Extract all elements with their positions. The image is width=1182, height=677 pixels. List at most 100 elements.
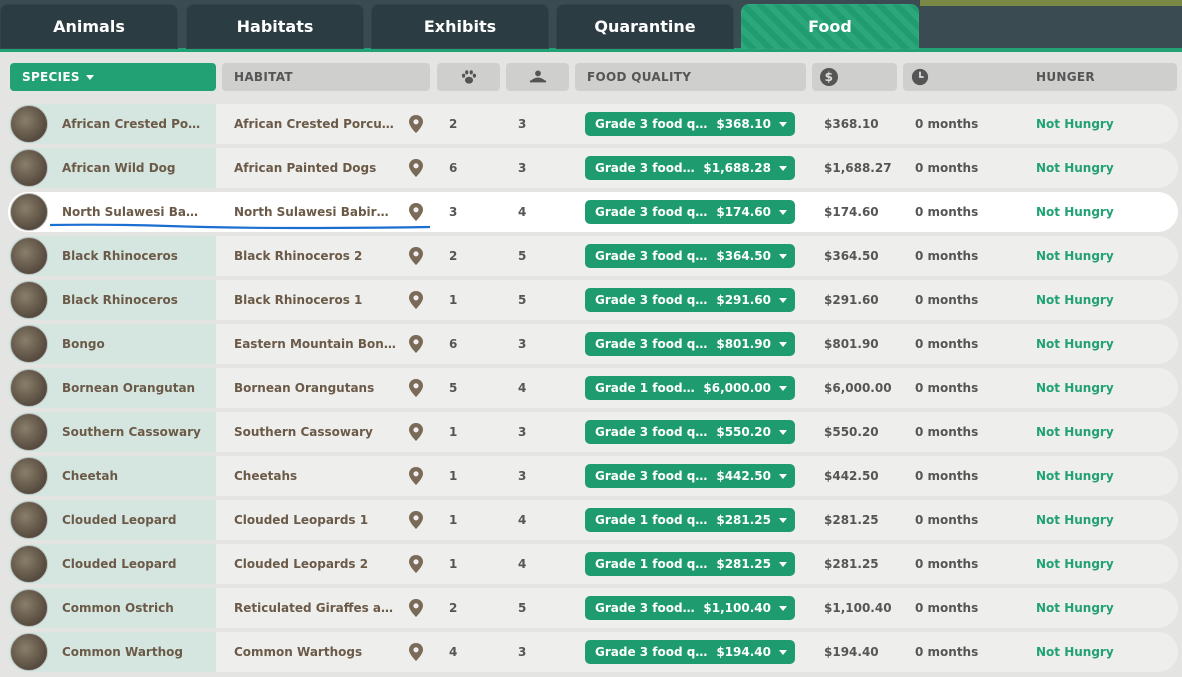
location-pin-icon[interactable] [408,192,424,232]
habitat-name[interactable]: Common Warthogs [234,632,396,672]
location-pin-icon[interactable] [408,280,424,320]
food-quality-dropdown[interactable]: Grade 3 food quality $801.90 [585,332,795,356]
species-name[interactable]: African Wild Dog [62,148,202,188]
species-name[interactable]: Clouded Leopard [62,544,202,584]
header-time-hunger[interactable]: HUNGER [903,63,1177,91]
species-name[interactable]: North Sulawesi Babi... [62,192,202,232]
location-pin-icon[interactable] [408,368,424,408]
species-name[interactable]: Cheetah [62,456,202,496]
table-row[interactable]: Black Rhinoceros Black Rhinoceros 1 1 5 Grad… [8,280,1178,320]
hunger-status: Not Hungry [1036,513,1114,527]
food-quality-dropdown[interactable]: Grade 3 food quality $174.60 [585,200,795,224]
habitat-name[interactable]: Black Rhinoceros 2 [234,236,396,276]
species-name[interactable]: Southern Cassowary [62,412,202,452]
location-pin-icon[interactable] [408,324,424,364]
table-row[interactable]: Cheetah Cheetahs 1 3 Grade 3 food quality $44… [8,456,1178,496]
table-row[interactable]: Clouded Leopard Clouded Leopards 2 1 4 Grade… [8,544,1178,584]
tab-habitats[interactable]: Habitats [186,4,364,49]
species-name[interactable]: African Crested Porc... [62,104,202,144]
food-quality-dropdown[interactable]: Grade 3 food qua... $1,688.28 [585,156,795,180]
species-name[interactable]: Common Ostrich [62,588,202,628]
food-quality-dropdown[interactable]: Grade 3 food quality $442.50 [585,464,795,488]
location-pin-icon[interactable] [408,148,424,188]
hunger-status: Not Hungry [1036,645,1114,659]
habitat-name[interactable]: African Crested Porcupi... [234,104,396,144]
food-quality-dropdown[interactable]: Grade 1 food quality $281.25 [585,508,795,532]
food-quality-dropdown[interactable]: Grade 1 food qua... $6,000.00 [585,376,795,400]
habitat-label: Black Rhinoceros 1 [234,293,363,307]
table-row[interactable]: North Sulawesi Babi... North Sulawesi Bab… [8,192,1178,232]
food-quality-dropdown[interactable]: Grade 3 food quality $194.40 [585,640,795,664]
time-since-fed: 0 months [915,337,979,351]
header-food-quality[interactable]: FOOD QUALITY [575,63,806,91]
species-name[interactable]: Bongo [62,324,202,364]
food-price: $364.50 [716,249,771,263]
time-since-fed: 0 months [915,161,979,175]
table-row[interactable]: Clouded Leopard Clouded Leopards 1 1 4 Grade… [8,500,1178,540]
header-cost[interactable]: $ [812,63,897,91]
table-row[interactable]: Southern Cassowary Southern Cassowary 1 3 Gr… [8,412,1178,452]
location-pin-icon[interactable] [408,632,424,672]
group-count: 5 [518,249,527,263]
location-pin-icon[interactable] [408,104,424,144]
location-pin-icon[interactable] [408,456,424,496]
animal-count: 2 [449,117,458,131]
table-row[interactable]: Bongo Eastern Mountain Bongos 6 3 Grade 3 fo… [8,324,1178,364]
tab-animals[interactable]: Animals [0,4,178,49]
header-habitat[interactable]: HABITAT [222,63,430,91]
habitat-name[interactable]: Black Rhinoceros 1 [234,280,396,320]
habitat-name[interactable]: Clouded Leopards 1 [234,500,396,540]
hunger-status: Not Hungry [1036,117,1114,131]
table-row[interactable]: Common Warthog Common Warthogs 4 3 Grade 3 f… [8,632,1178,672]
habitat-name[interactable]: Cheetahs [234,456,396,496]
species-name[interactable]: Black Rhinoceros [62,280,202,320]
habitat-name[interactable]: African Painted Dogs [234,148,396,188]
time-since-fed: 0 months [915,513,979,527]
table-row[interactable]: Bornean Orangutan Bornean Orangutans 5 4 Gra… [8,368,1178,408]
habitat-name[interactable]: Bornean Orangutans [234,368,396,408]
food-price: $291.60 [716,293,771,307]
tab-exhibits[interactable]: Exhibits [371,4,549,49]
food-quality-dropdown[interactable]: Grade 3 food quality $368.10 [585,112,795,136]
header-group-size[interactable] [506,63,569,91]
habitat-name[interactable]: North Sulawesi Babirusas [234,192,396,232]
food-quality-dropdown[interactable]: Grade 3 food quality $550.20 [585,420,795,444]
location-pin-icon[interactable] [408,588,424,628]
food-quality-label: Grade 3 food quality [595,337,711,351]
habitat-name[interactable]: Reticulated Giraffes and... [234,588,396,628]
paw-icon [461,70,476,84]
table-row[interactable]: Common Ostrich Reticulated Giraffes and..… [8,588,1178,628]
species-name[interactable]: Bornean Orangutan [62,368,202,408]
header-animal-count[interactable] [437,63,500,91]
table-row[interactable]: African Crested Porc... African Crested P… [8,104,1178,144]
habitat-name[interactable]: Eastern Mountain Bongos [234,324,396,364]
table-row[interactable]: Black Rhinoceros Black Rhinoceros 2 2 5 Grad… [8,236,1178,276]
food-price: $281.25 [716,513,771,527]
location-pin-icon[interactable] [408,412,424,452]
location-pin-icon[interactable] [408,500,424,540]
header-species-sort[interactable]: SPECIES [10,63,216,91]
animal-count: 1 [449,425,458,439]
location-pin-icon[interactable] [408,236,424,276]
food-price: $194.40 [716,645,771,659]
tab-quarantine[interactable]: Quarantine [556,4,734,49]
food-cost: $364.50 [824,249,879,263]
table-row[interactable]: African Wild Dog African Painted Dogs 6 3 Gr… [8,148,1178,188]
group-count: 3 [518,161,527,175]
food-quality-dropdown[interactable]: Grade 1 food quality $281.25 [585,552,795,576]
species-name[interactable]: Common Warthog [62,632,202,672]
food-quality-label: Grade 3 food quality [595,117,711,131]
food-price: $281.25 [716,557,771,571]
species-name[interactable]: Black Rhinoceros [62,236,202,276]
chevron-down-icon [779,429,787,435]
habitat-name[interactable]: Clouded Leopards 2 [234,544,396,584]
food-quality-dropdown[interactable]: Grade 3 food quality $364.50 [585,244,795,268]
food-quality-dropdown[interactable]: Grade 3 food quality $291.60 [585,288,795,312]
food-quality-dropdown[interactable]: Grade 3 food qua... $1,100.40 [585,596,795,620]
tab-food[interactable]: Food [741,4,919,49]
animal-count: 4 [449,645,458,659]
animal-avatar [10,325,48,363]
species-name[interactable]: Clouded Leopard [62,500,202,540]
location-pin-icon[interactable] [408,544,424,584]
habitat-name[interactable]: Southern Cassowary [234,412,396,452]
